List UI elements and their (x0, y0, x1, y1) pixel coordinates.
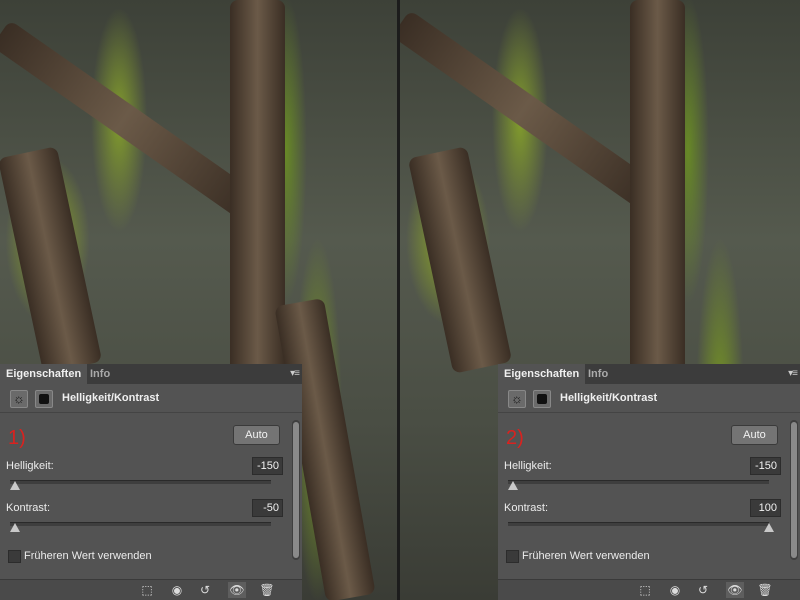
properties-panel-1: Eigenschaften Info ▾≡ ☼ Helligkeit/Kontr… (0, 364, 302, 600)
use-legacy-label: Früheren Wert verwenden (24, 550, 152, 562)
brightness-label: Helligkeit: (6, 460, 54, 472)
reset-icon[interactable]: ↺ (196, 582, 214, 598)
contrast-slider-track[interactable] (10, 522, 271, 526)
use-legacy-checkbox[interactable] (506, 550, 519, 563)
brightness-slider-track[interactable] (10, 480, 271, 484)
delete-trash-icon[interactable]: 🗑 (258, 582, 276, 598)
brightness-value-field[interactable]: -150 (252, 457, 283, 475)
panel-menu-icon[interactable]: ▾≡ (290, 368, 300, 379)
use-legacy-checkbox[interactable] (8, 550, 21, 563)
brightness-contrast-icon[interactable]: ☼ (10, 390, 28, 408)
view-previous-state-icon[interactable]: ◉ (666, 582, 684, 598)
contrast-slider-thumb[interactable] (10, 523, 20, 532)
panel-tabs: Eigenschaften Info ▾≡ (0, 364, 302, 384)
layer-mask-icon[interactable] (35, 390, 53, 408)
panel-tabs: Eigenschaften Info ▾≡ (498, 364, 800, 384)
panel-footer: ⬚ ◉ ↺ 👁 🗑 (0, 579, 302, 600)
brightness-value-field[interactable]: -150 (750, 457, 781, 475)
brightness-slider-thumb[interactable] (508, 481, 518, 490)
visibility-eye-icon[interactable]: 👁 (726, 582, 744, 598)
contrast-slider-thumb[interactable] (764, 523, 774, 532)
use-legacy-label: Früheren Wert verwenden (522, 550, 650, 562)
brightness-slider-track[interactable] (508, 480, 769, 484)
tab-eigenschaften[interactable]: Eigenschaften (498, 364, 586, 384)
auto-button[interactable]: Auto (233, 425, 280, 445)
tab-info[interactable]: Info (84, 364, 116, 384)
panel-footer: ⬚ ◉ ↺ 👁 🗑 (498, 579, 800, 600)
contrast-label: Kontrast: (6, 502, 51, 514)
brightness-label: Helligkeit: (504, 460, 552, 472)
adjustment-header: ☼ Helligkeit/Kontrast (498, 386, 800, 413)
clip-to-layer-icon[interactable]: ⬚ (138, 582, 156, 598)
contrast-value-field[interactable]: 100 (750, 499, 781, 517)
tab-eigenschaften[interactable]: Eigenschaften (0, 364, 88, 384)
brightness-contrast-icon[interactable]: ☼ (508, 390, 526, 408)
scrollbar-thumb[interactable] (293, 422, 299, 558)
tab-info[interactable]: Info (582, 364, 614, 384)
delete-trash-icon[interactable]: 🗑 (756, 582, 774, 598)
adjustment-header: ☼ Helligkeit/Kontrast (0, 386, 302, 413)
adjustment-title: Helligkeit/Kontrast (560, 392, 658, 404)
adjustment-title: Helligkeit/Kontrast (62, 392, 160, 404)
view-previous-state-icon[interactable]: ◉ (168, 582, 186, 598)
panel-scrollbar[interactable] (292, 420, 300, 560)
contrast-label: Kontrast: (504, 502, 549, 514)
contrast-value-field[interactable]: -50 (252, 499, 283, 517)
contrast-slider-track[interactable] (508, 522, 769, 526)
visibility-eye-icon[interactable]: 👁 (228, 582, 246, 598)
reset-icon[interactable]: ↺ (694, 582, 712, 598)
auto-button[interactable]: Auto (731, 425, 778, 445)
panel-scrollbar[interactable] (790, 420, 798, 560)
step-label: 1) (8, 427, 26, 449)
step-label: 2) (506, 427, 524, 449)
brightness-slider-thumb[interactable] (10, 481, 20, 490)
properties-panel-2: Eigenschaften Info ▾≡ ☼ Helligkeit/Kontr… (498, 364, 800, 600)
panel-menu-icon[interactable]: ▾≡ (788, 368, 798, 379)
scrollbar-thumb[interactable] (791, 422, 797, 558)
layer-mask-icon[interactable] (533, 390, 551, 408)
clip-to-layer-icon[interactable]: ⬚ (636, 582, 654, 598)
